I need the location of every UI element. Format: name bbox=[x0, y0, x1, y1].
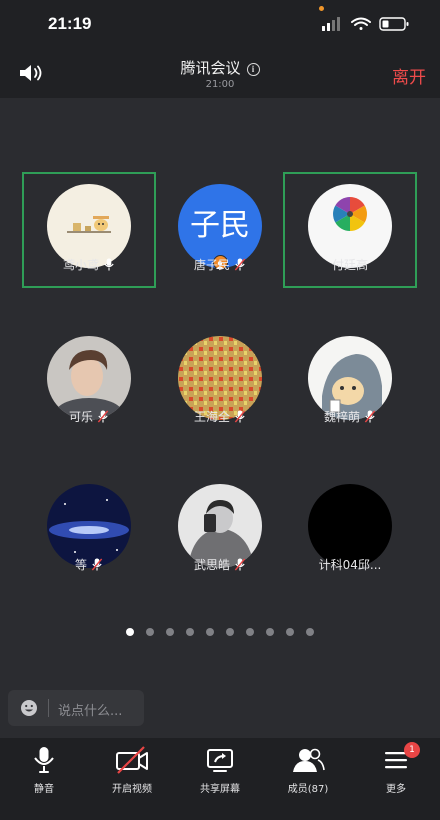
page-dot[interactable] bbox=[286, 628, 294, 636]
page-dot[interactable] bbox=[146, 628, 154, 636]
page-dot[interactable] bbox=[166, 628, 174, 636]
emoji-icon[interactable] bbox=[20, 699, 38, 717]
page-dot[interactable] bbox=[226, 628, 234, 636]
members-button[interactable]: 成员(87) bbox=[264, 746, 352, 806]
participant-name: 等 bbox=[74, 558, 87, 572]
page-dot[interactable] bbox=[206, 628, 214, 636]
participant-name: 可乐 bbox=[68, 410, 93, 424]
bottom-toolbar: 静音 开启视频 共享屏幕 成员(87) 1 更多 bbox=[0, 738, 440, 820]
notification-badge: 1 bbox=[404, 742, 420, 758]
share-screen-icon bbox=[207, 749, 233, 772]
mute-label: 静音 bbox=[34, 784, 54, 795]
muted-microphone-icon bbox=[234, 558, 246, 571]
leave-button[interactable]: 离开 bbox=[392, 63, 426, 88]
wifi-icon bbox=[351, 17, 371, 30]
muted-microphone-icon bbox=[97, 410, 109, 423]
participant-tile[interactable]: 等 bbox=[22, 472, 156, 588]
participant-name: 鸢小鸢 bbox=[62, 258, 99, 272]
muted-microphone-icon bbox=[234, 410, 246, 423]
status-bar: 21:19 bbox=[0, 0, 440, 46]
page-dot-active[interactable] bbox=[126, 628, 134, 636]
muted-microphone-icon bbox=[364, 410, 376, 423]
participant-name-row: 魏梓萌 bbox=[283, 408, 417, 425]
participant-name-row: 武思皓 bbox=[153, 556, 287, 573]
members-icon bbox=[293, 748, 325, 772]
page-dot[interactable] bbox=[266, 628, 274, 636]
meeting-time: 21:00 bbox=[205, 79, 235, 90]
muted-microphone-icon bbox=[234, 258, 246, 271]
privacy-indicator-dot bbox=[319, 6, 324, 11]
video-off-icon bbox=[116, 746, 148, 774]
participant-tile[interactable]: 子民 唐子民 bbox=[153, 172, 287, 288]
chat-input[interactable]: 说点什么... bbox=[8, 690, 144, 726]
participant-name-row: 付廷高 bbox=[285, 256, 415, 273]
participant-tile[interactable]: 鸢小鸢 bbox=[22, 172, 156, 288]
page-indicator bbox=[0, 628, 440, 638]
page-dot[interactable] bbox=[246, 628, 254, 636]
participant-tile[interactable]: 魏梓萌 bbox=[283, 324, 417, 440]
more-button[interactable]: 1 更多 bbox=[352, 742, 440, 806]
participant-name: 计科04邱... bbox=[318, 558, 382, 572]
page-dot[interactable] bbox=[306, 628, 314, 636]
participant-name: 武思皓 bbox=[193, 558, 230, 572]
members-label: 成员(87) bbox=[287, 784, 329, 795]
share-screen-label: 共享屏幕 bbox=[200, 784, 240, 795]
participant-name: 王海全 bbox=[193, 410, 230, 424]
muted-microphone-icon bbox=[91, 558, 103, 571]
mute-button[interactable]: 静音 bbox=[0, 746, 88, 806]
participant-tile[interactable]: 付廷高 bbox=[283, 172, 417, 288]
participant-tile[interactable]: 王海全 bbox=[153, 324, 287, 440]
participant-tile[interactable]: 计科04邱... bbox=[283, 472, 417, 588]
participant-name-row: 唐子民 bbox=[153, 256, 287, 273]
participant-tile[interactable]: 可乐 bbox=[22, 324, 156, 440]
meeting-title[interactable]: 腾讯会议 i bbox=[0, 57, 440, 78]
participant-tile[interactable]: 武思皓 bbox=[153, 472, 287, 588]
chat-divider bbox=[48, 699, 49, 717]
participant-name-row: 王海全 bbox=[153, 408, 287, 425]
status-time: 21:19 bbox=[48, 14, 92, 33]
page-dot[interactable] bbox=[186, 628, 194, 636]
status-icons bbox=[322, 17, 409, 31]
chat-placeholder: 说点什么... bbox=[58, 704, 123, 719]
microphone-icon bbox=[34, 747, 54, 773]
participant-name: 付廷高 bbox=[331, 258, 368, 272]
meeting-title-text: 腾讯会议 bbox=[180, 59, 241, 77]
meeting-header: 腾讯会议 i 21:00 离开 bbox=[0, 46, 440, 98]
battery-icon bbox=[379, 17, 409, 31]
participant-name-row: 鸢小鸢 bbox=[24, 256, 154, 273]
participant-name-row: 计科04邱... bbox=[283, 556, 417, 573]
start-video-label: 开启视频 bbox=[112, 784, 152, 795]
participant-name: 魏梓萌 bbox=[323, 410, 360, 424]
more-label: 更多 bbox=[386, 784, 406, 795]
share-screen-button[interactable]: 共享屏幕 bbox=[176, 746, 264, 806]
microphone-icon bbox=[104, 258, 114, 271]
info-icon[interactable]: i bbox=[246, 63, 260, 76]
participant-name-row: 等 bbox=[22, 556, 156, 573]
participant-grid: 鸢小鸢 子民 唐子民 付廷高 可乐 王海全 魏梓萌 等 武思皓 计科04邱... bbox=[0, 98, 440, 638]
cellular-signal-icon bbox=[322, 17, 340, 31]
participant-name-row: 可乐 bbox=[22, 408, 156, 425]
participant-name: 唐子民 bbox=[193, 258, 230, 272]
start-video-button[interactable]: 开启视频 bbox=[88, 746, 176, 806]
